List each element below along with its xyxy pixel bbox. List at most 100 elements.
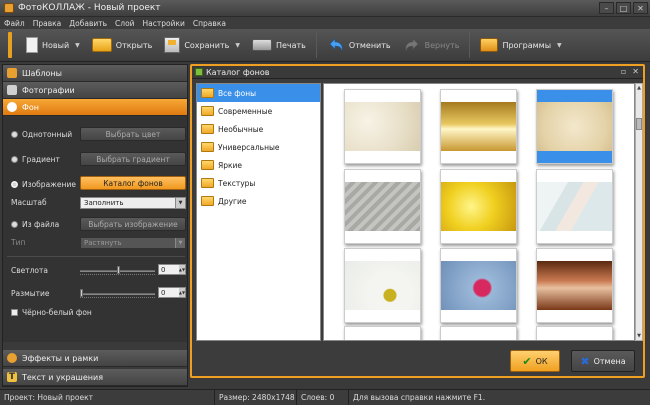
- category-bright[interactable]: Яркие: [197, 156, 320, 174]
- menu-help[interactable]: Справка: [193, 19, 226, 28]
- solid-radio[interactable]: [11, 131, 18, 138]
- thumbnail-tile[interactable]: [344, 248, 421, 323]
- cancel-button[interactable]: ✖ Отмена: [571, 350, 635, 372]
- bw-checkbox[interactable]: [11, 309, 18, 316]
- category-universal[interactable]: Универсальные: [197, 138, 320, 156]
- print-button[interactable]: Печать: [246, 32, 312, 58]
- save-button[interactable]: Сохранить ▼: [158, 32, 246, 58]
- blur-thumb[interactable]: [80, 289, 83, 297]
- toolbar-grip: [8, 32, 12, 58]
- chevron-down-icon[interactable]: ▼: [235, 42, 240, 49]
- from-file-radio[interactable]: [11, 221, 18, 228]
- from-file-option[interactable]: Из файла: [11, 220, 59, 229]
- section-photos[interactable]: Фотографии: [3, 82, 187, 99]
- cancel-x-icon: ✖: [580, 354, 590, 368]
- category-list: Все фоны Современные Необычные Универсал…: [196, 83, 321, 341]
- blur-spinner[interactable]: 0 ▲▼: [158, 287, 186, 298]
- close-icon[interactable]: ✕: [632, 67, 639, 76]
- choose-image-button[interactable]: Выбрать изображение: [80, 217, 186, 231]
- category-other[interactable]: Другие: [197, 192, 320, 210]
- thumbnail-tile[interactable]: [344, 89, 421, 164]
- category-all[interactable]: Все фоны: [197, 84, 320, 102]
- category-modern[interactable]: Современные: [197, 102, 320, 120]
- thumbnail-tile[interactable]: [536, 248, 613, 323]
- scale-select[interactable]: Заполнить ▼: [80, 197, 186, 209]
- brightness-spinner[interactable]: 0 ▲▼: [158, 264, 186, 275]
- chevron-down-icon[interactable]: ▼: [557, 42, 562, 49]
- catalog-button-label: Каталог фонов: [103, 178, 163, 188]
- photos-label: Фотографии: [22, 85, 75, 95]
- category-label: Все фоны: [218, 88, 257, 98]
- type-select[interactable]: Растянуть ▼: [80, 237, 186, 249]
- spinner-arrows-icon[interactable]: ▲▼: [179, 265, 185, 274]
- undo-button[interactable]: Отменить: [321, 32, 397, 58]
- undo-label: Отменить: [348, 40, 391, 50]
- restore-icon[interactable]: ▫: [621, 67, 626, 76]
- thumbnails-scrollbar[interactable]: ▲ ▼: [635, 83, 643, 341]
- thumbnail-tile[interactable]: [440, 169, 517, 244]
- scroll-up-icon[interactable]: ▲: [636, 84, 642, 92]
- thumbnail-image: [345, 182, 420, 231]
- menu-bar: Файл Правка Добавить Слой Настройки Спра…: [0, 17, 650, 29]
- blur-slider[interactable]: [80, 293, 155, 295]
- choose-color-button[interactable]: Выбрать цвет: [80, 127, 186, 141]
- brightness-thumb[interactable]: [117, 266, 120, 274]
- gradient-option[interactable]: Градиент: [11, 155, 60, 164]
- bw-label: Чёрно-белый фон: [22, 308, 92, 317]
- status-help: Для вызова справки нажмите F1.: [349, 390, 485, 405]
- open-button[interactable]: Открыть: [86, 32, 159, 58]
- close-button[interactable]: ✕: [633, 2, 648, 14]
- gradient-radio[interactable]: [11, 156, 18, 163]
- status-size: Размер: 2480x1748: [215, 390, 297, 405]
- image-radio[interactable]: [11, 181, 18, 188]
- scale-value: Заполнить: [84, 199, 124, 207]
- menu-add[interactable]: Добавить: [69, 19, 107, 28]
- programs-button[interactable]: Программы ▼: [474, 32, 567, 58]
- status-layers: Слоев: 0: [297, 390, 349, 405]
- bw-option[interactable]: Чёрно-белый фон: [11, 308, 92, 317]
- ok-button[interactable]: ✔ ОК: [510, 350, 560, 372]
- choose-gradient-button[interactable]: Выбрать градиент: [80, 152, 186, 166]
- menu-file[interactable]: Файл: [4, 19, 25, 28]
- image-option[interactable]: Изображение: [11, 180, 76, 189]
- category-unusual[interactable]: Необычные: [197, 120, 320, 138]
- menu-edit[interactable]: Правка: [33, 19, 62, 28]
- printer-icon: [251, 39, 272, 51]
- category-textures[interactable]: Текстуры: [197, 174, 320, 192]
- scroll-down-icon[interactable]: ▼: [636, 332, 642, 340]
- thumbnail-tile[interactable]: [440, 89, 517, 164]
- thumbnail-tile[interactable]: [440, 248, 517, 323]
- thumbnail-tile[interactable]: [440, 326, 517, 340]
- minimize-button[interactable]: –: [599, 2, 614, 14]
- solid-option[interactable]: Однотонный: [11, 130, 72, 139]
- effects-icon: [7, 353, 17, 363]
- status-project-text: Проект: Новый проект: [4, 393, 94, 402]
- thumbnail-tile[interactable]: [536, 169, 613, 244]
- blur-label: Размытие: [11, 289, 50, 298]
- programs-label: Программы: [502, 40, 552, 50]
- dialog-title: Каталог фонов: [206, 67, 270, 77]
- section-background[interactable]: Фон: [3, 99, 187, 116]
- thumbnail-tile[interactable]: [344, 326, 421, 340]
- status-bar: Проект: Новый проект Размер: 2480x1748 С…: [0, 389, 650, 405]
- spinner-arrows-icon[interactable]: ▲▼: [179, 288, 185, 297]
- thumbnail-tile-selected[interactable]: [536, 89, 613, 164]
- scroll-thumb[interactable]: [636, 118, 642, 130]
- toolbar-separator: [469, 32, 471, 58]
- menu-layer[interactable]: Слой: [115, 19, 135, 28]
- new-button[interactable]: Новый ▼: [20, 32, 86, 58]
- maximize-button[interactable]: □: [616, 2, 631, 14]
- menu-settings[interactable]: Настройки: [143, 19, 185, 28]
- thumbnail-tile[interactable]: [536, 326, 613, 340]
- toolbar-separator: [315, 32, 317, 58]
- effects-label: Эффекты и рамки: [22, 353, 99, 363]
- redo-button[interactable]: Вернуть: [397, 32, 466, 58]
- chevron-down-icon[interactable]: ▼: [75, 42, 80, 49]
- section-effects[interactable]: Эффекты и рамки: [3, 350, 187, 367]
- choose-image-label: Выбрать изображение: [88, 219, 178, 229]
- section-templates[interactable]: Шаблоны: [3, 65, 187, 82]
- thumbnail-tile[interactable]: [344, 169, 421, 244]
- category-label: Текстуры: [218, 178, 256, 188]
- section-text[interactable]: T Текст и украшения: [3, 369, 187, 386]
- background-catalog-button[interactable]: Каталог фонов: [80, 176, 186, 190]
